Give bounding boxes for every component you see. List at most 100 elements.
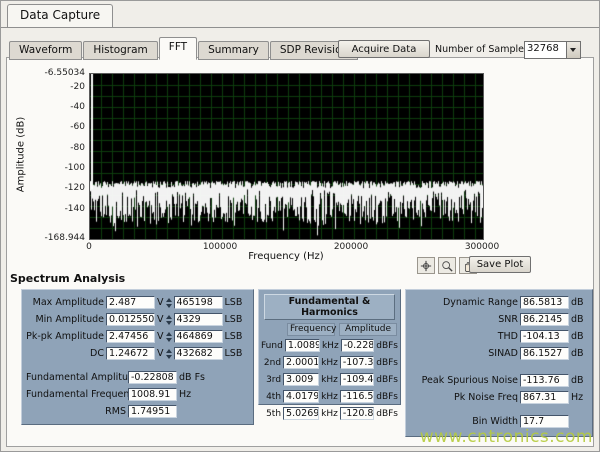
spinner-icon[interactable] xyxy=(165,349,173,359)
measurement-value-lsb: 4329 xyxy=(174,313,223,326)
measurement-label: Min Amplitude xyxy=(26,314,104,325)
harmonic-row: Fund 1.0089 kHz -0.2281 dBFs xyxy=(261,338,400,353)
harmonic-label: 3rd xyxy=(261,375,281,385)
harmonic-row: 3rd 3.009 kHz -109.4 dBFs xyxy=(261,372,400,387)
measurement-unit-lsb: LSB xyxy=(225,348,243,359)
spinner-icon[interactable] xyxy=(165,298,173,308)
fft-plot[interactable] xyxy=(89,73,484,240)
harmonic-freq-unit: kHz xyxy=(321,358,338,368)
y-axis-title: Amplitude (dB) xyxy=(16,105,27,205)
metric-label: Peak Spurious Noise xyxy=(410,375,518,386)
harmonic-frequency: 5.0269 xyxy=(283,407,319,420)
save-plot-button[interactable]: Save Plot xyxy=(469,256,531,273)
metric-label: Bin Width xyxy=(410,416,518,427)
measurement-unit-lsb: LSB xyxy=(225,297,243,308)
measurement-value: 2.47456 xyxy=(106,330,155,343)
measurement-row: DC 1.24672 V 432682 LSB xyxy=(26,346,253,361)
measurement-value-lsb: 432682 xyxy=(174,347,223,360)
measurement-label: Pk-pk Amplitude xyxy=(26,331,104,342)
graph-palette xyxy=(417,257,477,274)
harmonic-freq-unit: kHz xyxy=(321,409,338,419)
harmonic-amplitude: -116.5 xyxy=(340,390,374,403)
measurements-panel: Max Amplitude 2.487 V 465198 LSB Min Amp… xyxy=(21,289,254,425)
metric-row: SNR 86.2145 dB xyxy=(410,312,592,327)
metric-row: THD -104.13 dB xyxy=(410,329,592,344)
harmonic-amplitude: -107.3 xyxy=(340,356,374,369)
metric-row: Peak Spurious Noise -113.76 dB xyxy=(410,373,592,388)
spinner-icon[interactable] xyxy=(165,315,173,325)
tab-fft[interactable]: FFT xyxy=(159,37,197,60)
x-axis-title: Frequency (Hz) xyxy=(225,251,347,262)
metric-value: 86.1527 xyxy=(520,347,569,360)
harmonic-amp-unit: dBFs xyxy=(376,358,398,368)
tab-waveform[interactable]: Waveform xyxy=(9,41,82,60)
metric-label: THD xyxy=(410,331,518,342)
measurement-unit: Hz xyxy=(179,389,191,400)
number-of-samples-label: Number of Samples xyxy=(435,44,529,55)
harmonic-amp-unit: dBFs xyxy=(376,409,398,419)
spectrum-analysis-title: Spectrum Analysis xyxy=(10,272,125,285)
measurement-label: DC xyxy=(26,348,104,359)
harmonic-frequency: 4.0179 xyxy=(283,390,319,403)
measurement-label: RMS xyxy=(26,406,126,417)
harmonic-frequency: 3.009 xyxy=(283,373,319,386)
harmonic-amplitude: -109.4 xyxy=(340,373,374,386)
measurement-unit: dB Fs xyxy=(179,372,205,383)
harmonic-row: 5th 5.0269 kHz -120.8 dBFs xyxy=(261,406,400,421)
harmonics-panel: Fundamental & Harmonics Frequency Amplit… xyxy=(258,289,401,405)
measurement-unit: V xyxy=(157,331,164,342)
measurement-value: -0.22808 xyxy=(128,371,177,384)
measurement-row: Fundamental Amplitude -0.22808 dB Fs xyxy=(26,370,253,385)
metric-row: Pk Noise Freq 867.31 Hz xyxy=(410,390,592,405)
measurement-value: 1008.91 xyxy=(128,388,177,401)
harmonic-amplitude: -0.2281 xyxy=(341,339,375,352)
metric-value: 86.2145 xyxy=(520,313,569,326)
metric-label: SNR xyxy=(410,314,518,325)
harmonic-row: 2nd 2.0001 kHz -107.3 dBFs xyxy=(261,355,400,370)
metric-label: Dynamic Range xyxy=(410,297,518,308)
measurement-row: RMS 1.74951 xyxy=(26,404,253,419)
acquire-data-button[interactable]: Acquire Data xyxy=(338,40,430,58)
measurement-unit-lsb: LSB xyxy=(225,314,243,325)
tab-data-capture[interactable]: Data Capture xyxy=(7,4,113,27)
measurement-row: Min Amplitude 0.012550 V 4329 LSB xyxy=(26,312,253,327)
harmonic-amp-unit: dBFs xyxy=(376,341,398,351)
harmonic-frequency: 1.0089 xyxy=(285,339,320,352)
metric-label: Pk Noise Freq xyxy=(410,392,518,403)
tab-histogram[interactable]: Histogram xyxy=(83,41,157,60)
zoom-icon[interactable] xyxy=(438,257,456,274)
harmonic-frequency: 2.0001 xyxy=(283,356,319,369)
harmonic-label: 2nd xyxy=(261,358,281,368)
watermark: www.cntronics.com xyxy=(420,427,593,447)
spinner-icon[interactable] xyxy=(165,332,173,342)
measurement-value: 1.74951 xyxy=(128,405,177,418)
metric-unit: dB xyxy=(571,297,584,308)
measurement-value: 2.487 xyxy=(106,296,155,309)
tab-divider xyxy=(1,27,599,28)
harmonic-label: 5th xyxy=(261,409,281,419)
measurement-unit: V xyxy=(157,297,164,308)
number-of-samples-combo[interactable]: 32768 xyxy=(524,41,581,59)
amplitude-column-header: Amplitude xyxy=(339,323,397,336)
number-of-samples-value[interactable]: 32768 xyxy=(527,43,559,54)
crosshair-icon[interactable] xyxy=(417,257,435,274)
measurement-value-lsb: 465198 xyxy=(174,296,223,309)
metric-value: 867.31 xyxy=(520,391,569,404)
measurement-unit: V xyxy=(157,348,164,359)
frequency-column-header: Frequency xyxy=(287,323,335,336)
metric-row: Dynamic Range 86.5813 dB xyxy=(410,295,592,310)
metric-unit: dB xyxy=(571,375,584,386)
harmonics-title: Fundamental & Harmonics xyxy=(264,294,395,320)
metric-unit: dB xyxy=(571,348,584,359)
harmonic-label: Fund xyxy=(261,341,283,351)
tab-summary[interactable]: Summary xyxy=(198,41,269,60)
measurement-row: Fundamental Frequency 1008.91 Hz xyxy=(26,387,253,402)
measurement-value: 0.012550 xyxy=(106,313,155,326)
measurement-row: Max Amplitude 2.487 V 465198 LSB xyxy=(26,295,253,310)
metric-label: SINAD xyxy=(410,348,518,359)
metric-unit: dB xyxy=(571,314,584,325)
harmonic-amp-unit: dBFs xyxy=(376,392,398,402)
measurement-value: 1.24672 xyxy=(106,347,155,360)
chevron-down-icon[interactable] xyxy=(566,42,580,58)
harmonic-row: 4th 4.0179 kHz -116.5 dBFs xyxy=(261,389,400,404)
